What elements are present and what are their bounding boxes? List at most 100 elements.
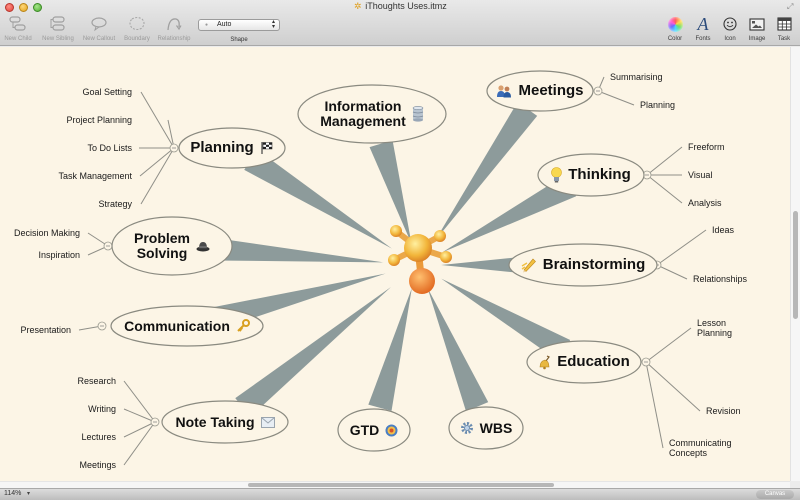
shape-label: Shape [230, 37, 248, 43]
key-icon [236, 319, 250, 333]
relationship-label: Relationship [157, 36, 191, 42]
leaf-connector [140, 147, 175, 205]
subtopic-note-taking-1[interactable]: Writing [88, 404, 116, 414]
topic-label-meetings: Meetings [496, 82, 584, 100]
topic-text: Planning [190, 139, 254, 157]
subtopic-problem-solving-1[interactable]: Inspiration [38, 250, 80, 260]
window-title-text: iThoughts Uses.itmz [365, 1, 447, 11]
fonts-label: Fonts [695, 36, 711, 42]
subtopic-meetings-0[interactable]: Summarising [610, 72, 663, 82]
boundary-icon [121, 14, 153, 34]
vertical-scroll-thumb[interactable] [793, 211, 798, 319]
subtopic-education-0[interactable]: Lesson Planning [697, 318, 732, 339]
subtopic-brainstorming-0[interactable]: Ideas [712, 225, 734, 235]
branch-connector-planning [244, 149, 392, 249]
topic-label-problem-solving: Problem Solving [134, 231, 210, 260]
zoom-dropdown-icon[interactable]: ▾ [27, 490, 30, 497]
vertical-scrollbar[interactable] [790, 47, 800, 481]
topic-label-thinking: Thinking [551, 167, 631, 183]
color-button[interactable]: Color [664, 14, 686, 46]
shape-select[interactable]: ● Auto ▴ ▾ [198, 19, 280, 31]
canvas-button[interactable]: Canvas [756, 490, 794, 499]
subtopic-brainstorming-1[interactable]: Relationships [693, 274, 747, 284]
topic-text: Thinking [568, 166, 631, 184]
topic-text: Information Management [320, 98, 406, 129]
ithoughts-doc-icon: ✲ [353, 1, 362, 11]
new-sibling-button[interactable]: New Sibling [40, 14, 76, 46]
image-label: Image [748, 36, 766, 42]
branch-connector-gtd [368, 288, 412, 411]
subtopic-problem-solving-0[interactable]: Decision Making [14, 228, 80, 238]
topic-text: Communication [124, 317, 230, 334]
subtopic-thinking-2[interactable]: Analysis [688, 198, 722, 208]
envelope-icon [260, 416, 275, 428]
color-label: Color [667, 36, 683, 42]
subtopic-planning-0[interactable]: Goal Setting [82, 87, 132, 97]
fonts-button[interactable]: A Fonts [692, 14, 714, 46]
subtopic-education-2[interactable]: Communicating Concepts [669, 438, 732, 459]
new-sibling-label: New Sibling [42, 36, 74, 42]
image-button[interactable]: Image [744, 14, 770, 46]
subtopic-note-taking-2[interactable]: Lectures [81, 432, 116, 442]
new-callout-icon [80, 14, 118, 34]
color-wheel-icon [664, 14, 686, 34]
app-window: ✲ iThoughts Uses.itmz ⤢ New Child New Sib… [0, 0, 800, 500]
mindmap-canvas[interactable]: Planning Goal Setting Project Planning To D… [0, 47, 790, 481]
new-child-button[interactable]: New Child [3, 14, 33, 46]
leaf-connector [646, 146, 683, 176]
leaf-connector [597, 90, 635, 106]
bell-icon [538, 354, 551, 370]
subtopic-education-1[interactable]: Revision [706, 406, 741, 416]
branch-connector-wbs [427, 287, 489, 412]
horizontal-scroll-thumb[interactable] [248, 483, 554, 487]
topic-text: Education [557, 353, 630, 371]
topic-label-gtd: GTD [349, 421, 399, 438]
subtopic-planning-3[interactable]: Task Management [58, 171, 132, 181]
zoom-level[interactable]: 114% [4, 490, 21, 497]
branch-connector-meetings [435, 102, 538, 241]
topic-label-information-management: Information Management [320, 99, 424, 128]
leaf-connector [656, 229, 707, 266]
fullscreen-icon[interactable]: ⤢ [787, 2, 796, 11]
leaf-connector [123, 421, 156, 438]
topic-text: Brainstorming [542, 256, 646, 274]
new-sibling-icon [40, 14, 76, 34]
subtopic-planning-1[interactable]: Project Planning [66, 115, 132, 125]
shape-value: Auto [217, 21, 232, 28]
task-button[interactable]: Task [773, 14, 795, 46]
subtopic-thinking-0[interactable]: Freeform [688, 142, 725, 152]
icon-button[interactable]: Icon [719, 14, 741, 46]
lightbulb-icon [551, 167, 563, 183]
leaf-connector [646, 174, 683, 204]
subtopic-communication-0[interactable]: Presentation [20, 325, 71, 335]
subtopic-planning-2[interactable]: To Do Lists [87, 143, 132, 153]
checkered-flag-icon [260, 141, 274, 155]
database-icon [412, 106, 424, 122]
topic-text: Meetings [518, 82, 584, 100]
branch-connector-information-management [369, 140, 412, 244]
horizontal-scrollbar[interactable] [0, 481, 790, 488]
topic-text: Note Taking [175, 413, 255, 430]
topic-text: WBS [479, 419, 513, 436]
task-grid-icon [773, 14, 795, 34]
new-callout-button[interactable]: New Callout [80, 14, 118, 46]
subtopic-note-taking-3[interactable]: Meetings [79, 460, 116, 470]
boundary-button[interactable]: Boundary [121, 14, 153, 46]
leaf-connector [140, 91, 175, 149]
leaf-connector [645, 327, 692, 363]
relationship-button[interactable]: Relationship [155, 14, 193, 46]
leaf-connector [139, 147, 175, 177]
topic-text: GTD [349, 421, 380, 438]
hat-icon [196, 240, 210, 252]
subtopic-note-taking-0[interactable]: Research [77, 376, 116, 386]
subtopic-thinking-1[interactable]: Visual [688, 170, 712, 180]
subtopic-meetings-1[interactable]: Planning [640, 100, 675, 110]
people-icon [496, 84, 512, 98]
task-label: Task [777, 36, 791, 42]
central-topic-icon[interactable] [388, 225, 452, 294]
relationship-icon [155, 14, 193, 34]
smiley-icon [719, 14, 741, 34]
topic-text: Problem Solving [133, 230, 190, 261]
new-callout-label: New Callout [82, 36, 116, 42]
subtopic-planning-4[interactable]: Strategy [98, 199, 132, 209]
